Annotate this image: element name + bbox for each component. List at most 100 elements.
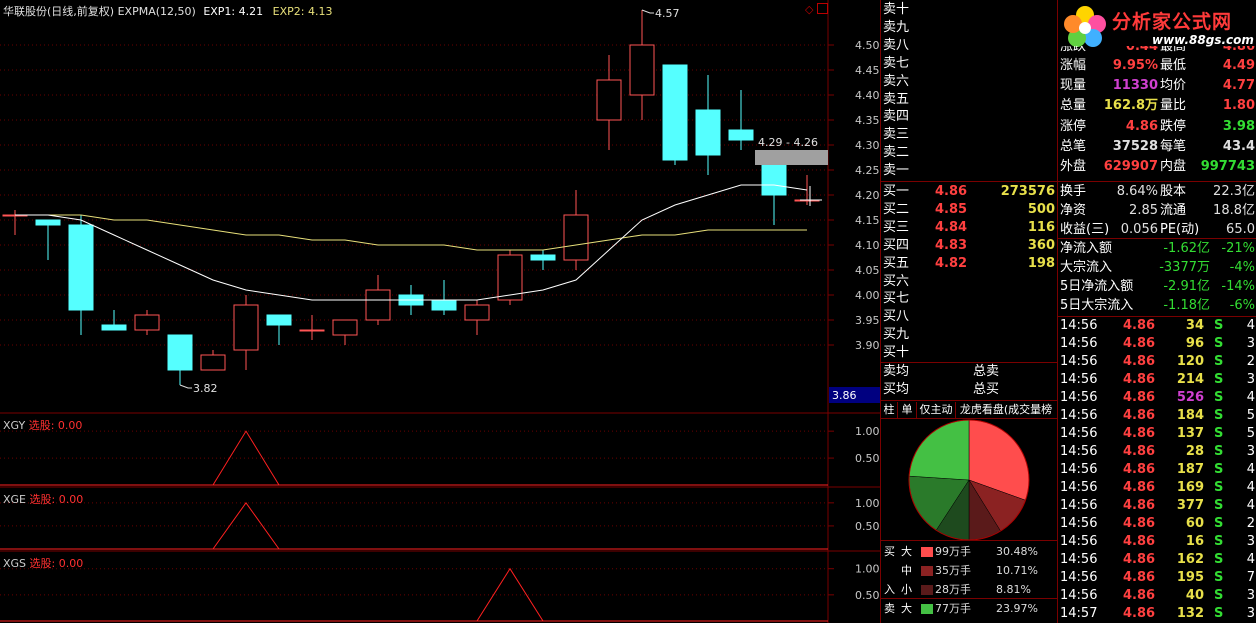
flow-value: -3377万	[1159, 260, 1210, 275]
y-tick-label: 4.45	[855, 64, 880, 77]
tick-count: 4	[1246, 480, 1255, 495]
exp1-label: EXP1:	[203, 5, 236, 18]
legend-amount: 35万手	[935, 564, 971, 577]
tick-time: 14:57	[1060, 606, 1098, 621]
legend-in-label: 入	[884, 583, 895, 596]
legend-row: 中 35万手 10.71%	[883, 562, 1055, 580]
low-label: 3.82	[193, 382, 218, 395]
buy-price: 4.84	[935, 219, 968, 235]
buy-level-label: 买十	[883, 345, 910, 361]
tick-time: 14:56	[1060, 444, 1098, 459]
tab-single[interactable]: 单	[898, 402, 917, 418]
divider	[880, 181, 1057, 182]
sell-level-label: 卖四	[883, 109, 910, 125]
xgs-label: 选股: 0.00	[29, 557, 84, 570]
quote-label: 现量	[1060, 78, 1087, 94]
tick-row: 14:56 4.86 214 S 3	[1060, 371, 1256, 389]
tab-active-only[interactable]: 仅主动	[917, 402, 956, 418]
tab-dragon-tiger[interactable]: 龙虎看盘(成交量榜	[956, 402, 1056, 418]
candle-body	[200, 354, 226, 371]
quote-row: 换手 8.64% 股本 22.3亿	[1060, 183, 1256, 202]
quote-label: 最高	[1160, 46, 1187, 54]
quote-row: 收益(三) 0.056 PE(动) 65.0	[1060, 221, 1256, 240]
legend-buy-label: 买	[884, 545, 895, 558]
tick-count: 3	[1246, 534, 1255, 549]
tick-price: 4.86	[1123, 354, 1156, 369]
candle-body	[662, 64, 688, 161]
flow-label: 5日净流入额	[1060, 279, 1134, 294]
y-tick-label: 3.95	[855, 314, 880, 327]
tick-side: S	[1214, 462, 1224, 477]
orderbook-buy-row: 买二 4.85 500	[883, 201, 1055, 218]
tick-count: 3	[1246, 372, 1255, 387]
tick-side: S	[1214, 552, 1224, 567]
tick-volume: 16	[1185, 534, 1204, 549]
tick-time: 14:56	[1060, 552, 1098, 567]
tick-price: 4.86	[1123, 498, 1156, 513]
tick-side: S	[1214, 336, 1224, 351]
quote-label: 总量	[1060, 98, 1087, 114]
tick-count: 4	[1246, 552, 1255, 567]
xgs-header: XGS 选股: 0.00	[3, 555, 83, 571]
diamond-icon[interactable]: ◇	[805, 3, 813, 16]
candle-body	[629, 44, 655, 96]
quote-value: 18.8亿	[1213, 202, 1255, 218]
tick-side: S	[1214, 354, 1224, 369]
tick-volume: 162	[1176, 552, 1204, 567]
tick-side: S	[1214, 498, 1224, 513]
quote-label: PE(动)	[1160, 221, 1200, 237]
tick-volume: 40	[1185, 588, 1204, 603]
tick-count: 4	[1246, 498, 1255, 513]
tick-price: 4.86	[1123, 552, 1156, 567]
tick-row: 14:57 4.86 132 S 3	[1060, 605, 1256, 623]
candle-body	[35, 219, 61, 226]
tick-time: 14:56	[1060, 372, 1098, 387]
tick-volume: 377	[1176, 498, 1204, 513]
tick-row: 14:56 4.86 137 S 5	[1060, 425, 1256, 443]
tick-time: 14:56	[1060, 354, 1098, 369]
legend-size: 大	[901, 545, 912, 558]
tick-time: 14:56	[1060, 516, 1098, 531]
xgy-name: XGY	[3, 419, 26, 432]
buy-level-label: 买一	[883, 184, 910, 199]
quote-value: 162.8万	[1103, 98, 1158, 114]
tick-volume: 28	[1185, 444, 1204, 459]
quote-value: 9.95%	[1112, 58, 1158, 73]
divider	[880, 400, 1057, 401]
legend-size: 大	[901, 602, 912, 615]
quote-row: 净资 2.85 流通 18.8亿	[1060, 202, 1256, 221]
quote-value: 4.77	[1222, 78, 1255, 94]
kline-chart[interactable]: 4.50 4.45 4.40 4.35 4.30 4.25 4.20 4.15 4.10 4.05…	[0, 0, 880, 623]
y-tick-label: 4.15	[855, 214, 880, 227]
chart-header: 华联股份(日线,前复权) EXPMA(12,50) EXP1: 4.21 EXP…	[3, 3, 332, 19]
quote-label: 净资	[1060, 202, 1087, 218]
quote-value: 43.4	[1222, 138, 1255, 154]
buy-average-row: 买均 总买	[883, 381, 1055, 398]
exp2-value: 4.13	[307, 5, 333, 18]
quote-label: 涨幅	[1060, 58, 1087, 73]
tick-side: S	[1214, 606, 1224, 621]
legend-row: 大 77万手 23.97%	[883, 600, 1055, 618]
buy-total-label: 总买	[973, 382, 1000, 397]
tick-side: S	[1214, 588, 1224, 603]
legend-swatch	[921, 604, 933, 614]
quote-row: 现量 11330 均价 4.77	[1060, 77, 1256, 96]
tick-side: S	[1214, 516, 1224, 531]
y-tick-label: 1.00	[855, 563, 880, 576]
range-label: 4.29 - 4.26	[758, 136, 818, 149]
quote-value: 4.86	[1125, 118, 1158, 134]
y-tick-label: 4.05	[855, 264, 880, 277]
y-tick-label: 4.30	[855, 139, 880, 152]
tick-time: 14:56	[1060, 408, 1098, 423]
tick-volume: 526	[1176, 390, 1204, 405]
legend-swatch	[921, 566, 933, 576]
maximize-icon[interactable]	[817, 3, 828, 14]
tick-price: 4.86	[1123, 588, 1156, 603]
tick-time: 14:56	[1060, 318, 1098, 333]
quote-label: 跌停	[1160, 118, 1187, 134]
legend-swatch	[921, 585, 933, 595]
tab-bar[interactable]: 柱	[881, 402, 898, 418]
tick-row: 14:56 4.86 169 S 4	[1060, 479, 1256, 497]
quote-value: 1.80	[1222, 98, 1255, 114]
tick-volume: 187	[1176, 462, 1204, 477]
